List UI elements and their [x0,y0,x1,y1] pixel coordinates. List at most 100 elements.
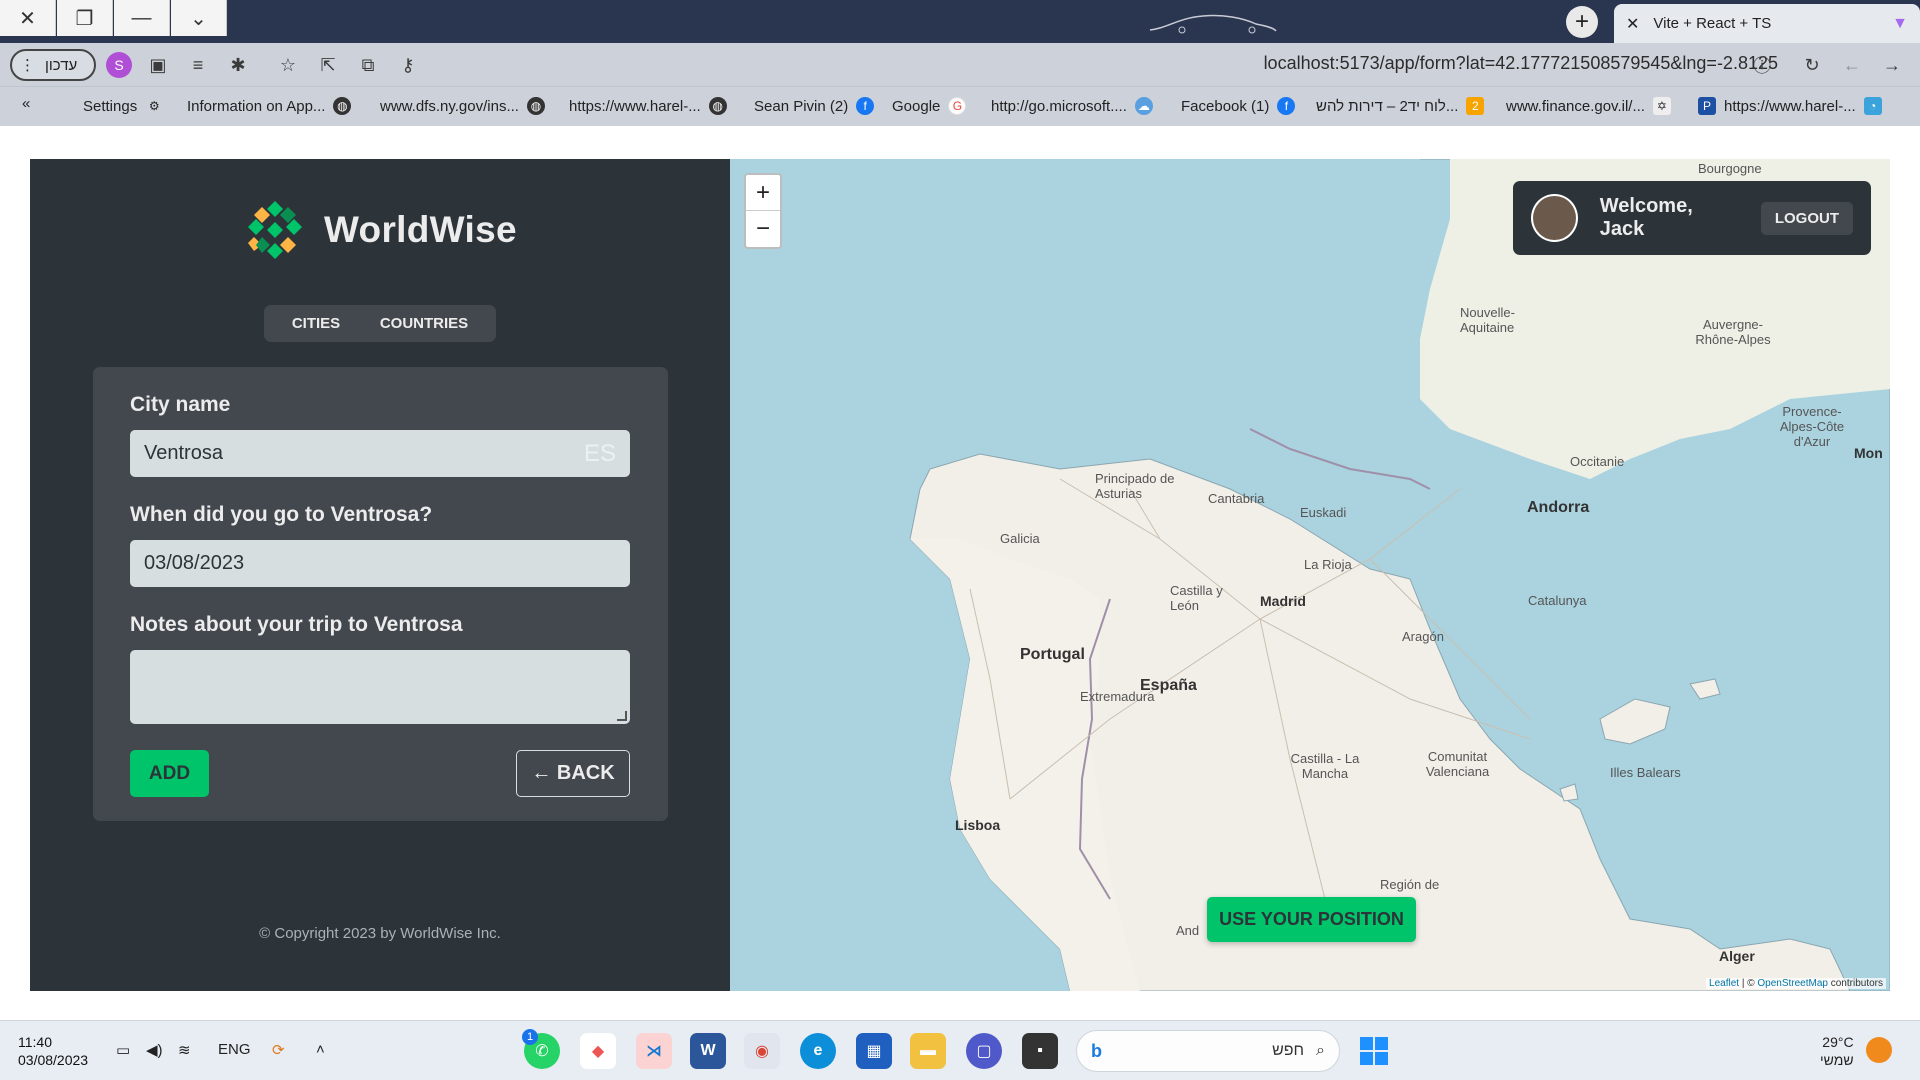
bookmark-yad2[interactable]: לוח יד2 – דירות להש... 2 [1316,97,1485,115]
tab-search-button[interactable]: ⌄ [171,0,227,36]
word-app-icon[interactable]: W [690,1033,726,1069]
nav-cities-link[interactable]: CITIES [292,315,340,332]
back-arrow-icon[interactable]: ← [1840,53,1864,77]
brand-name: WorldWise [324,209,517,250]
volume-icon[interactable]: ◀) [146,1041,163,1059]
collapse-chevron-icon[interactable]: « [22,95,30,112]
map-label-asturias: Principado de Asturias [1095,471,1175,501]
map-label-monaco: Mon [1854,445,1883,461]
screenshot-icon[interactable]: ⧉ [356,53,380,77]
restore-window-button[interactable]: ❐ [57,0,113,36]
date-input[interactable]: 03/08/2023 [130,540,630,587]
harel-icon: P [1698,97,1716,115]
forward-arrow-icon[interactable]: → [1880,53,1904,77]
update-pill-button[interactable]: ⋮ עדכון [10,49,96,81]
logout-button[interactable]: LOGOUT [1760,201,1853,235]
map-label-extremadura: Extremadura [1080,689,1155,704]
edge-app-icon[interactable]: e [800,1033,836,1069]
bookmark-google[interactable]: Google G [892,97,967,115]
city-name-input[interactable]: Ventrosa ES [130,430,630,477]
map-label-aragon: Aragón [1402,629,1444,644]
use-position-button[interactable]: USE YOUR POSITION [1207,897,1416,942]
bookmark-facebook[interactable]: Facebook (1) f [1181,97,1296,115]
map-label-lisboa: Lisboa [955,817,1001,833]
bookmark-dfs[interactable]: www.dfs.ny.gov/ins... ◍ [380,97,545,115]
new-tab-button[interactable]: + [1566,6,1598,38]
add-city-form: City name Ventrosa ES When did you go to… [93,367,668,821]
nav-countries-link[interactable]: COUNTRIES [380,315,468,332]
reload-icon[interactable]: ↻ [1800,53,1824,77]
globe-icon: ◍ [708,97,727,115]
battery-icon[interactable]: ▭ [116,1041,130,1059]
search-icon: ⌕ [1316,1042,1325,1059]
git-app-icon[interactable]: ◆ [580,1033,616,1069]
map-label-portugal: Portugal [1020,646,1085,663]
globe-icon: ◍ [526,97,545,115]
tab-close-icon[interactable]: ✕ [1626,14,1639,34]
extensions-icon[interactable]: ✱ [226,53,250,77]
bookmarks-bar: « Settings ⚙ Information on App... ◍ www.d… [0,86,1920,126]
back-button[interactable]: ← BACK [516,750,630,797]
map-label-galicia: Galicia [1000,531,1040,546]
share-icon[interactable]: ⇱ [316,53,340,77]
notes-textarea[interactable] [130,650,630,724]
vscode-app-icon[interactable]: ⋊ [636,1033,672,1069]
map-label-nouvelle-aquitaine: Nouvelle-Aquitaine [1460,305,1515,335]
terminal-app-icon[interactable]: ▪ [1022,1033,1058,1069]
copyright-text: © Copyright 2023 by WorldWise Inc. [259,925,501,942]
map-label-auvergne: Auvergne-Rhône-Alpes [1695,317,1771,347]
chevron-down-icon: ⌄ [190,7,207,30]
reading-list-icon[interactable]: ≡ [186,53,210,77]
zoom-out-button[interactable]: − [746,211,780,247]
map-container[interactable]: Portugal España Madrid Lisboa Andorra Al… [730,159,1890,991]
language-indicator[interactable]: ENG [218,1041,251,1058]
bookmark-finance[interactable]: www.finance.gov.il/... ✡ [1506,97,1671,115]
bookmark-information[interactable]: Information on App... ◍ [187,97,352,115]
facebook-icon: f [1277,97,1296,115]
close-window-button[interactable]: ✕ [0,0,56,36]
bookmark-sean-pivin[interactable]: Sean Pivin (2) f [754,97,875,115]
map-label-larioja: La Rioja [1304,557,1352,572]
add-button[interactable]: ADD [130,750,209,797]
profile-avatar[interactable]: S [106,52,132,78]
map-label-baleares: Illes Balears [1610,765,1681,780]
address-bar: ⋮ עדכון S ▣ ≡ ✱ ☆ ⇱ ⧉ ⚷ localhost:5173/a… [0,43,1920,86]
bookmark-harel-1[interactable]: https://www.harel-... ◍ [569,97,727,115]
car-illustration [1149,14,1277,34]
weather-widget[interactable]: 29°C שמשי [1820,1033,1854,1069]
brand-logo[interactable]: WorldWise [242,197,517,263]
city-name-label: City name [130,393,231,416]
update-label: עדכון [45,56,78,74]
key-icon[interactable]: ⚷ [396,53,420,77]
bookmark-settings[interactable]: Settings ⚙ [83,97,163,115]
tab-vite-react[interactable]: ✕ Vite + React + TS ▼ [1614,4,1920,43]
star-icon[interactable]: ☆ [276,53,300,77]
sun-icon [1866,1037,1892,1063]
zoom-control: + − [744,173,782,249]
info-icon[interactable]: ⓘ [1750,53,1774,77]
clock[interactable]: 11:40 03/08/2023 [18,1033,88,1069]
store-app-icon[interactable]: ▦ [856,1033,892,1069]
sidebar-icon[interactable]: ▣ [146,53,170,77]
wifi-icon[interactable]: ≋ [178,1041,191,1059]
clock-time: 11:40 [18,1034,52,1050]
chevron-up-icon[interactable]: ˄ [316,1041,325,1058]
windows-start-icon[interactable] [1356,1033,1392,1069]
taskbar-search[interactable]: b חפש ⌕ [1076,1030,1340,1072]
bookmark-microsoft[interactable]: http://go.microsoft.... ☁ [991,97,1153,115]
leaflet-link[interactable]: Leaflet [1709,978,1739,989]
sync-icon[interactable]: ⟳ [272,1041,285,1059]
minimize-window-button[interactable]: — [114,0,170,36]
url-field[interactable]: localhost:5173/app/form?lat=42.177721508… [1264,53,1778,74]
resize-handle-icon[interactable] [617,711,627,721]
weather-temp: 29°C [1822,1034,1854,1050]
file-explorer-app-icon[interactable]: ▬ [910,1033,946,1069]
bookmark-harel-2[interactable]: Phttps://www.harel-... ◔ [1698,97,1882,115]
country-flag-icon: ES [583,439,616,467]
map-label-cantabria: Cantabria [1208,491,1265,506]
teams-app-icon[interactable]: ▢ [966,1033,1002,1069]
osm-link[interactable]: OpenStreetMap [1757,978,1828,989]
restore-icon: ❐ [75,7,94,30]
zoom-in-button[interactable]: + [746,175,780,211]
chrome-app-icon[interactable]: ◉ [744,1033,780,1069]
